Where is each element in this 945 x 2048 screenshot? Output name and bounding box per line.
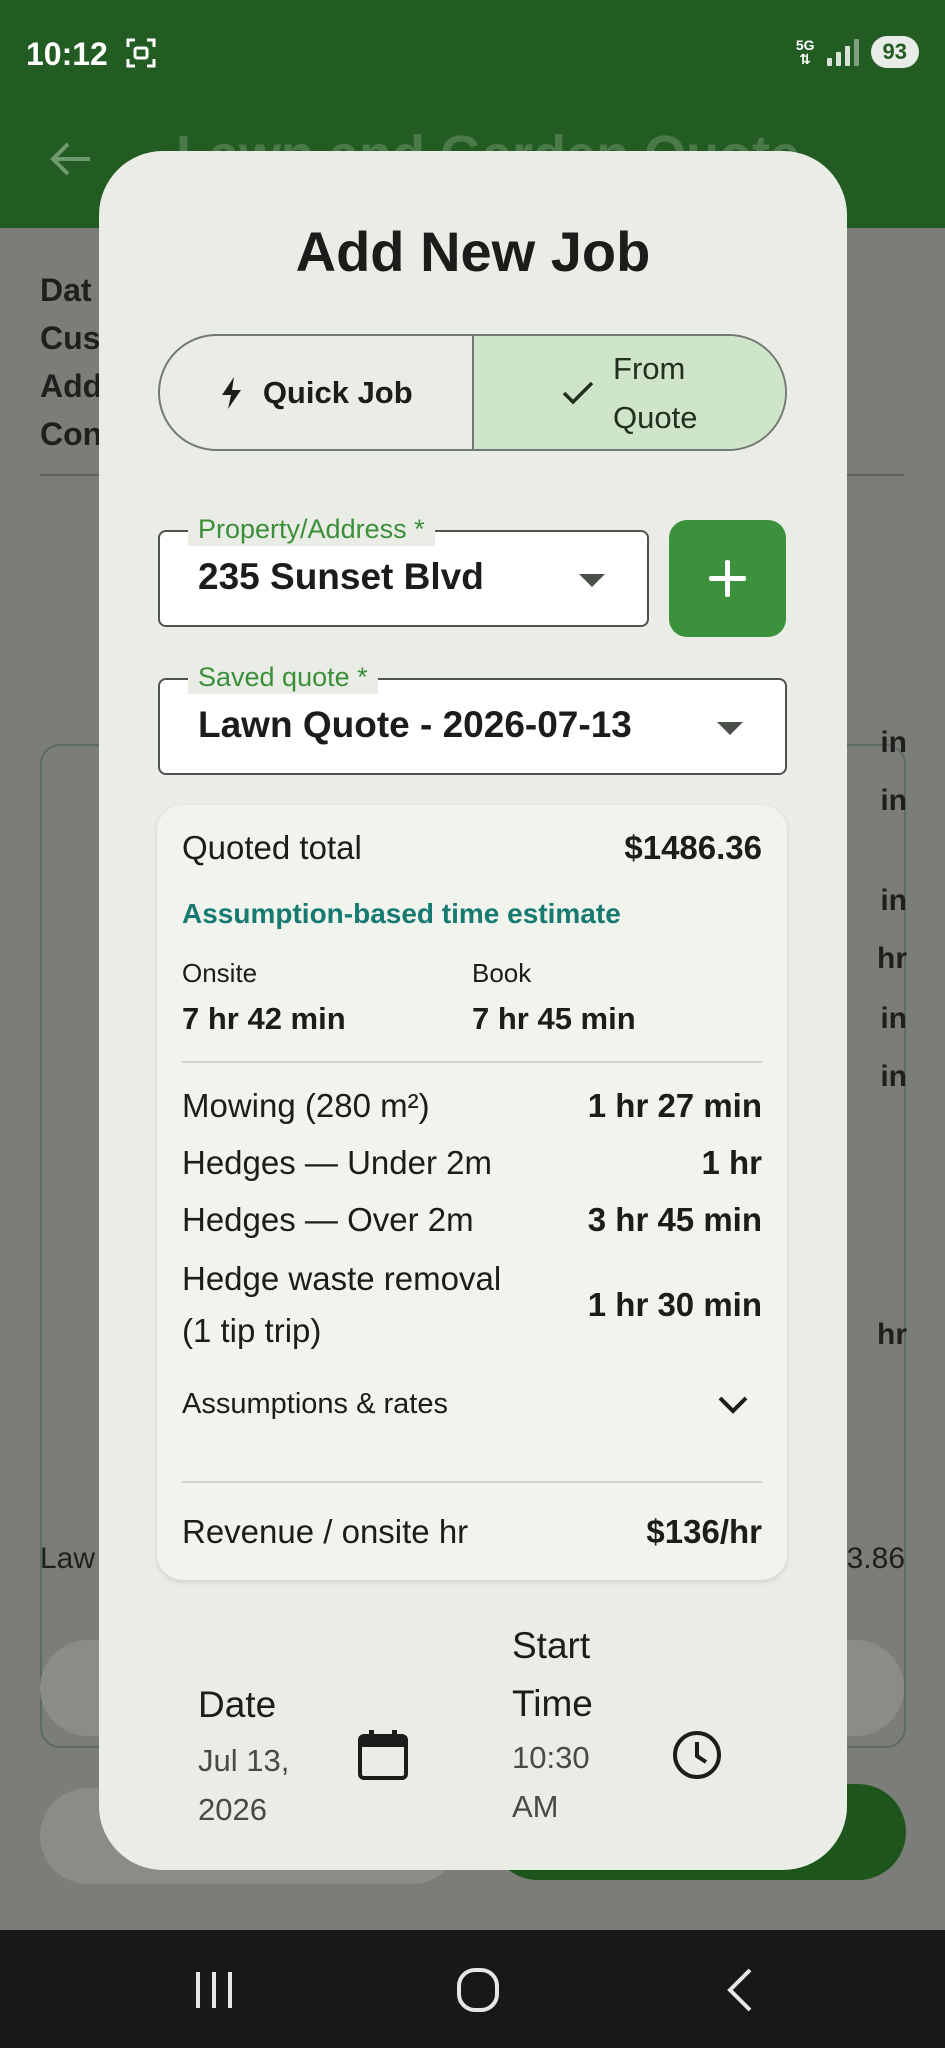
quote-summary-card: Quoted total $1486.36 Assumption-based t… — [157, 805, 787, 1580]
task-row: Hedges — Over 2m 3 hr 45 min — [182, 1201, 762, 1239]
calendar-icon[interactable] — [355, 1727, 411, 1783]
bg-label: Add — [40, 368, 103, 404]
quoted-total-label: Quoted total — [182, 829, 362, 866]
screenshot-icon — [126, 38, 156, 68]
quick-job-option[interactable]: Quick Job — [160, 336, 472, 449]
property-address-label: Property/Address * — [188, 512, 435, 546]
bg-value: in — [880, 726, 907, 759]
onsite-label: Onsite — [182, 958, 258, 988]
task-label: Hedges — Over 2m — [182, 1201, 474, 1238]
dropdown-arrow-icon — [579, 574, 605, 587]
book-value: 7 hr 45 min — [472, 1001, 636, 1036]
task-row: Hedges — Under 2m 1 hr — [182, 1144, 762, 1182]
assumptions-label: Assumptions & rates — [182, 1388, 448, 1420]
task-row: Mowing (280 m²) 1 hr 27 min — [182, 1087, 762, 1125]
property-address-select[interactable]: Property/Address * 235 Sunset Blvd — [158, 512, 649, 627]
clock-icon[interactable] — [669, 1727, 725, 1783]
bg-footer-right: 3.86 — [846, 1542, 905, 1575]
start-time-value[interactable]: 10:30 AM — [512, 1733, 590, 1831]
date-value[interactable]: Jul 13, 2026 — [198, 1736, 289, 1834]
quoted-total-row: Quoted total $1486.36 — [182, 829, 762, 867]
revenue-label: Revenue / onsite hr — [182, 1513, 469, 1550]
add-job-dialog: Add New Job Quick Job From Quote Propert… — [99, 151, 847, 1870]
schedule-section: Date Jul 13, 2026 Start Time 10:30 AM — [99, 1625, 847, 1870]
from-quote-label: From Quote — [613, 350, 698, 435]
date-label: Date — [198, 1684, 277, 1725]
saved-quote-value: Lawn Quote - 2026-07-13 — [198, 704, 632, 745]
job-mode-toggle: Quick Job From Quote — [158, 334, 787, 451]
onsite-value: 7 hr 42 min — [182, 1001, 346, 1036]
dialog-title: Add New Job — [295, 220, 651, 283]
status-bar: 10:12 5G ⇅ 93 — [0, 0, 945, 110]
task-value: 1 hr — [701, 1144, 762, 1181]
book-label: Book — [472, 958, 532, 988]
task-label: Hedges — Under 2m — [182, 1144, 492, 1181]
dropdown-arrow-icon — [717, 722, 743, 735]
task-value: 1 hr 30 min — [587, 1286, 762, 1323]
start-time-label: Start Time — [512, 1625, 593, 1724]
card-divider — [182, 1481, 762, 1483]
signal-icon — [826, 38, 859, 66]
bg-value: in — [880, 784, 907, 817]
bg-label: Dat — [40, 272, 92, 308]
navigation-bar — [0, 1930, 945, 2048]
back-arrow-icon[interactable] — [46, 134, 96, 184]
revenue-row: Revenue / onsite hr $136/hr — [182, 1513, 762, 1551]
bg-value: hr — [877, 942, 907, 975]
status-time: 10:12 — [26, 36, 108, 72]
recent-apps-icon[interactable] — [184, 1960, 244, 2020]
from-quote-option[interactable]: From Quote — [471, 336, 785, 449]
quick-job-label: Quick Job — [262, 374, 413, 410]
bg-value: in — [880, 1002, 907, 1035]
task-value: 1 hr 27 min — [587, 1087, 762, 1124]
time-estimate-heading: Assumption-based time estimate — [182, 898, 621, 929]
task-label: Mowing (280 m²) — [182, 1087, 430, 1124]
task-row: Hedge waste removal (1 tip trip) 1 hr 30… — [182, 1253, 762, 1357]
task-value: 3 hr 45 min — [587, 1201, 762, 1238]
revenue-value: $136/hr — [646, 1513, 762, 1550]
bg-footer-left: Law — [40, 1542, 96, 1575]
add-property-button[interactable] — [669, 520, 786, 637]
battery-icon: 93 — [870, 36, 919, 68]
bg-label: Cus — [40, 320, 101, 356]
task-label: Hedge waste removal (1 tip trip) — [182, 1260, 502, 1349]
bg-value: in — [880, 884, 907, 917]
bg-label: Con — [40, 416, 103, 452]
assumptions-expander[interactable]: Assumptions & rates — [182, 1388, 762, 1421]
check-icon — [562, 381, 594, 404]
saved-quote-select[interactable]: Saved quote * Lawn Quote - 2026-07-13 — [158, 660, 787, 775]
bg-value: hr — [877, 1318, 907, 1351]
status-icons: 5G ⇅ 93 — [796, 36, 919, 68]
property-address-value: 235 Sunset Blvd — [198, 556, 484, 597]
saved-quote-label: Saved quote * — [188, 660, 378, 694]
home-icon[interactable] — [448, 1960, 508, 2020]
chevron-down-icon — [718, 1396, 748, 1414]
card-divider — [182, 1061, 762, 1063]
bolt-icon — [221, 376, 241, 409]
back-icon[interactable] — [712, 1960, 772, 2020]
quoted-total-value: $1486.36 — [624, 829, 762, 866]
network-5g-icon: 5G ⇅ — [795, 37, 815, 67]
bg-value: in — [880, 1060, 907, 1093]
